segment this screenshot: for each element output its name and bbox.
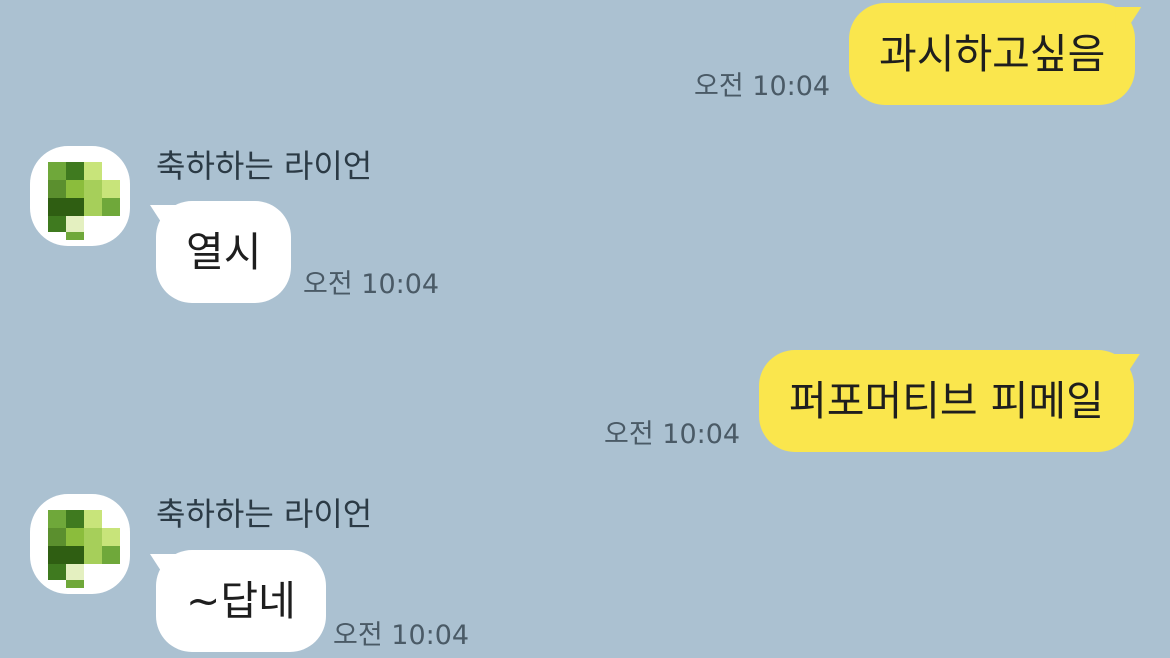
message-text: 열시 [186, 227, 262, 276]
message-time: 오전 10:04 [604, 419, 741, 450]
bubble-tail [1113, 354, 1140, 378]
bubble-tail [150, 554, 176, 578]
message-text: ~답네 [186, 576, 296, 625]
sender-avatar[interactable] [30, 146, 130, 246]
message-text: 과시하고싶음 [879, 29, 1106, 78]
message-bubble-outgoing[interactable]: 퍼포머티브 피메일 [759, 350, 1140, 452]
pixelated-avatar-icon [48, 510, 120, 588]
sender-name: 축하하는 라이언 [156, 147, 373, 185]
message-time: 오전 10:04 [694, 71, 831, 102]
sender-avatar[interactable] [30, 494, 130, 594]
message-bubble-incoming[interactable]: ~답네 [150, 550, 326, 652]
message-text: 퍼포머티브 피메일 [789, 376, 1104, 425]
bubble-tail [1115, 7, 1142, 31]
sender-name: 축하하는 라이언 [156, 495, 373, 533]
message-time: 오전 10:04 [303, 269, 440, 300]
bubble-tail [150, 205, 176, 229]
pixelated-avatar-icon [48, 162, 120, 240]
message-bubble-outgoing[interactable]: 과시하고싶음 [849, 3, 1142, 105]
message-bubble-incoming[interactable]: 열시 [150, 201, 292, 303]
message-time: 오전 10:04 [333, 620, 470, 651]
chat-area: 오전 10:04 과시하고싶음 축하하는 라이언 열시 오전 10:04 오전 … [0, 0, 1170, 658]
